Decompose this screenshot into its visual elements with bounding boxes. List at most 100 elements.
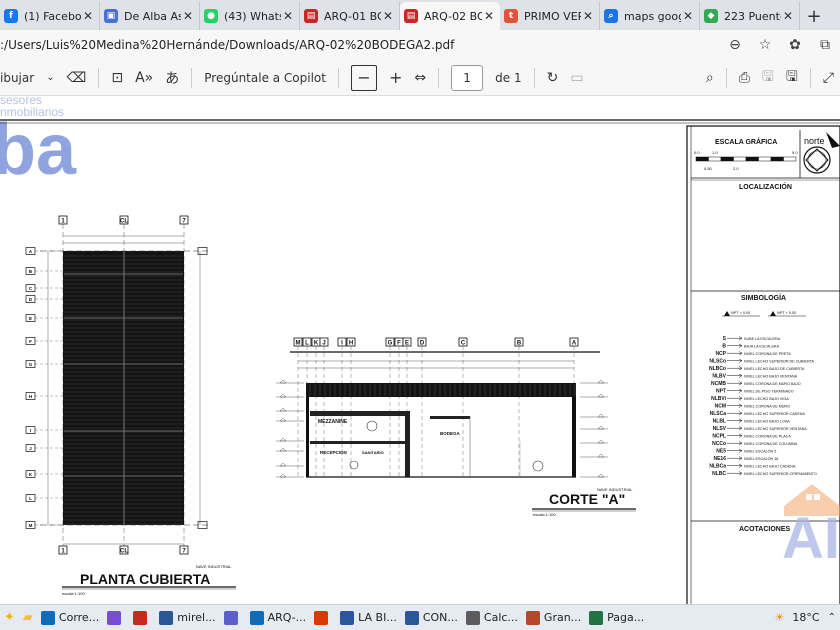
read-aloud-icon[interactable]: A» xyxy=(129,64,159,92)
symbol-code: NLSV xyxy=(713,426,727,432)
tab-favicon-icon: f xyxy=(4,9,18,23)
text-box-icon[interactable]: ⊡ xyxy=(105,64,129,92)
close-tab-icon[interactable]: ✕ xyxy=(681,9,695,23)
temperature[interactable]: 18°C xyxy=(788,606,823,630)
fit-to-width-icon[interactable]: ⇔ xyxy=(408,64,432,92)
draw-button[interactable]: ibujar xyxy=(0,64,40,92)
axis-label: F xyxy=(29,339,32,344)
logo-mark: ba xyxy=(0,110,77,190)
symbol-code: NLBV xyxy=(712,374,726,380)
close-tab-icon[interactable]: ✕ xyxy=(181,9,195,23)
browser-tab[interactable]: t PRIMO VER ✕ xyxy=(500,2,600,30)
chevron-up-icon[interactable]: ⌃ xyxy=(824,606,840,630)
watermark-text: AI xyxy=(782,506,840,571)
taskbar-app[interactable]: Corre... xyxy=(37,606,103,630)
taskbar-app[interactable] xyxy=(220,606,246,630)
pdf-viewport[interactable]: sesores nmobiliarios ba ESCALA GRÁFICA n… xyxy=(0,96,840,604)
taskbar-app[interactable] xyxy=(103,606,129,630)
symbology-title: SIMBOLOGÍA xyxy=(741,293,786,302)
close-tab-icon[interactable]: ✕ xyxy=(482,9,496,23)
mezzanine-slab xyxy=(310,411,407,416)
zoom-icon[interactable]: ⊖ xyxy=(720,30,750,60)
browser-tab[interactable]: ◆ 223 Puente ✕ xyxy=(700,2,800,30)
taskbar-app-label: mirel... xyxy=(177,611,216,624)
symbol-code: NLBVi xyxy=(711,396,727,402)
symbol-code: NCPL xyxy=(712,434,726,440)
symbol-code: NLSCo xyxy=(709,359,726,365)
tab-favicon-icon: t xyxy=(504,9,518,23)
fullscreen-icon[interactable]: ⤢ xyxy=(817,64,840,92)
close-tab-icon[interactable]: ✕ xyxy=(781,9,795,23)
symbol-code: NLSCa xyxy=(710,411,727,417)
taskbar-app[interactable]: CON... xyxy=(401,606,462,630)
taskbar-app[interactable]: ARQ-... xyxy=(246,606,311,630)
toolbar-divider xyxy=(337,67,339,88)
search-icon[interactable]: ⌕ xyxy=(700,64,720,92)
browser-tab[interactable]: ▤ ARQ-02 BO ✕ xyxy=(400,2,500,30)
widgets-icon[interactable]: ✦ xyxy=(0,606,19,630)
symbol-description: NIVEL LECHO BAJO LOSA xyxy=(744,420,790,424)
taskbar-app[interactable] xyxy=(310,606,336,630)
taskbar-app[interactable] xyxy=(129,606,155,630)
print-icon[interactable]: ⎙ xyxy=(733,64,756,92)
close-tab-icon[interactable]: ✕ xyxy=(581,9,595,23)
address-bar: :/Users/Luis%20Medina%20Hernánde/Downloa… xyxy=(0,30,840,60)
zoom-in-button[interactable]: + xyxy=(383,64,408,92)
axis-label: H xyxy=(29,394,32,399)
save-as-icon[interactable]: 🖫 xyxy=(780,64,804,92)
file-explorer-icon[interactable]: ▰ xyxy=(19,606,37,630)
taskbar: ✦ ▰ Corre... mirel... ARQ-... LA BI... CON..… xyxy=(0,604,840,630)
page-view-icon[interactable]: ▭ xyxy=(564,64,589,92)
symbol-code: NE16 xyxy=(713,456,726,462)
close-tab-icon[interactable]: ✕ xyxy=(81,9,95,23)
toolbar-divider xyxy=(533,67,535,88)
app-icon xyxy=(223,610,238,625)
copilot-button[interactable]: Pregúntale a Copilot xyxy=(198,64,332,92)
location-title: LOCALIZACIÓN xyxy=(739,182,792,191)
save-icon[interactable]: 🖫 xyxy=(756,64,780,92)
tab-title: De Alba Ase xyxy=(124,9,181,23)
browser-tab[interactable]: ▣ De Alba Ase✕ xyxy=(100,2,200,30)
eraser-icon[interactable]: ⌫ xyxy=(61,64,93,92)
symbol-description: NIVEL CORONA DE PRETIL xyxy=(744,352,792,356)
extensions-icon[interactable]: ✿ xyxy=(780,30,810,60)
close-tab-icon[interactable]: ✕ xyxy=(381,9,395,23)
room-mezzanine: MEZZANINE xyxy=(318,419,348,425)
split-screen-icon[interactable]: ⧉ xyxy=(810,30,840,60)
app-icon xyxy=(340,610,355,625)
weather-icon[interactable]: ☀ xyxy=(771,606,789,630)
browser-tab[interactable]: ⌕ maps goog ✕ xyxy=(600,2,700,30)
close-tab-icon[interactable]: ✕ xyxy=(281,9,295,23)
new-tab-button[interactable]: + xyxy=(800,2,828,30)
symbol-description: NIVEL LECHO BAJO VIGA xyxy=(744,397,789,401)
north-label: norte xyxy=(804,136,825,146)
section-axes: MLKJIHGFEDCBA xyxy=(293,337,579,477)
browser-tab[interactable]: ● (43) WhatsA✕ xyxy=(200,2,300,30)
taskbar-app[interactable]: Paga... xyxy=(585,606,648,630)
symbol-code: NLBCo xyxy=(709,366,726,372)
url-field[interactable]: :/Users/Luis%20Medina%20Hernánde/Downloa… xyxy=(0,38,720,52)
room-recepcion: RECEPCIÓN xyxy=(320,448,347,455)
scale-segment xyxy=(783,156,797,162)
rotate-icon[interactable]: ↻ xyxy=(541,64,565,92)
favorite-star-icon[interactable]: ☆ xyxy=(750,30,780,60)
taskbar-app[interactable]: Calc... xyxy=(462,606,522,630)
browser-tab[interactable]: f (1) Facebook✕ xyxy=(0,2,100,30)
tab-title: (43) WhatsA xyxy=(224,9,281,23)
taskbar-app[interactable]: Gran... xyxy=(522,606,585,630)
room-sanitario: SANITARIO xyxy=(362,450,384,455)
taskbar-apps: Corre... mirel... ARQ-... LA BI... CON... Cal… xyxy=(37,606,648,630)
chevron-down-icon[interactable]: ⌄ xyxy=(40,64,60,92)
app-icon xyxy=(159,610,174,625)
zoom-out-button[interactable]: − xyxy=(345,64,383,92)
axis-label: CL xyxy=(120,549,128,555)
taskbar-app[interactable]: mirel... xyxy=(155,606,219,630)
scale-segment xyxy=(720,156,734,162)
symbol-description: NIVEL CORONA DE PLACA xyxy=(744,435,791,439)
taskbar-app[interactable]: LA BI... xyxy=(336,606,401,630)
tab-favicon-icon: ⌕ xyxy=(604,9,618,23)
axis-label: H xyxy=(349,341,353,347)
translate-icon[interactable]: あ xyxy=(159,64,185,92)
page-number-input[interactable]: 1 xyxy=(451,64,484,91)
browser-tab[interactable]: ▤ ARQ-01 BO ✕ xyxy=(300,2,400,30)
